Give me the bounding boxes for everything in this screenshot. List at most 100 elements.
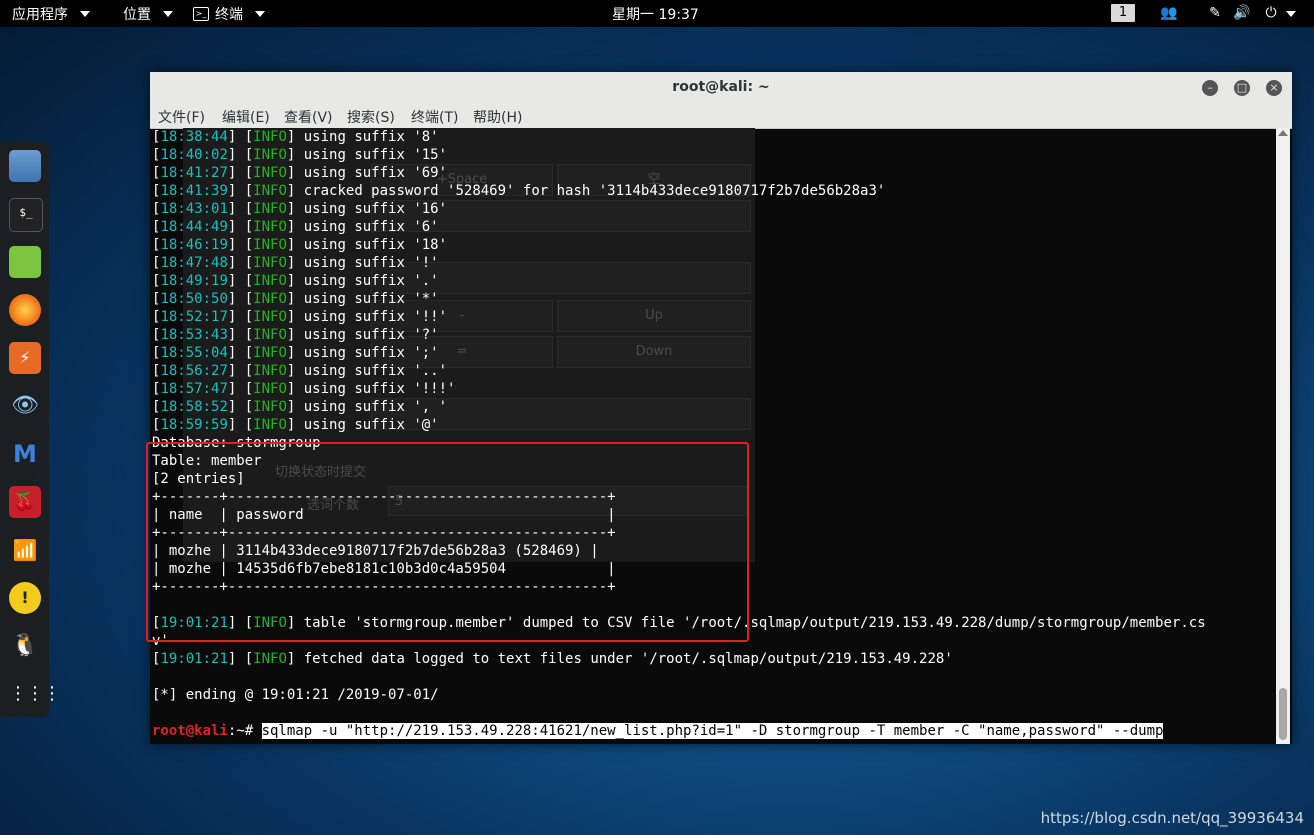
pen-tool-icon[interactable]: ✎: [1206, 4, 1224, 22]
terminal-output[interactable]: [18:38:44] [INFO] using suffix '8' [18:40…: [152, 128, 1276, 744]
log-level: INFO: [253, 165, 287, 181]
prompt-user-host: root@kali: [152, 723, 228, 739]
menu-edit[interactable]: 编辑(E): [222, 107, 270, 127]
log-line: [19:01:21] [INFO] fetched data logged to…: [152, 650, 953, 668]
power-icon[interactable]: ⏻: [1262, 4, 1280, 22]
log-line: [18:52:17] [INFO] using suffix '!!': [152, 308, 447, 326]
dock: $_ ⚡ 👁 M 🍒 📶 ! 🐧 ⋮⋮⋮: [0, 142, 61, 717]
log-line: [18:55:04] [INFO] using suffix ';': [152, 344, 439, 362]
log-message: ] using suffix '69': [286, 165, 448, 181]
menu-view[interactable]: 查看(V): [284, 107, 333, 127]
firefox-icon[interactable]: [9, 294, 41, 326]
menu-help[interactable]: 帮助(H): [473, 107, 522, 127]
applications-menu[interactable]: 应用程序: [12, 4, 90, 24]
log-timestamp: 18:44:49: [160, 219, 228, 235]
scroll-up-icon[interactable]: [1278, 130, 1288, 136]
notes-icon[interactable]: [9, 246, 41, 278]
prompt-path: :~#: [227, 723, 262, 739]
scrollbar[interactable]: [1276, 128, 1290, 744]
log-message: ] using suffix '..': [286, 363, 448, 379]
burpsuite-icon[interactable]: ⚡: [9, 342, 41, 374]
scrollbar-thumb[interactable]: [1279, 688, 1287, 740]
linux-tux-icon[interactable]: 🐧: [9, 630, 41, 662]
window-titlebar[interactable]: root@kali: ~ – □ ×: [150, 72, 1292, 104]
log-message: ] using suffix '!!!': [286, 381, 456, 397]
log-message: ] fetched data logged to text files unde…: [286, 651, 953, 667]
wifi-tool-icon[interactable]: 📶: [9, 534, 41, 566]
app-grid-icon[interactable]: ⋮⋮⋮: [9, 678, 61, 710]
log-level: INFO: [253, 417, 287, 433]
log-timestamp: 18:56:27: [160, 363, 228, 379]
log-message: ] using suffix '@': [286, 417, 439, 433]
log-level: INFO: [253, 327, 287, 343]
volume-icon[interactable]: 🔊: [1233, 4, 1251, 22]
log-message: ] using suffix '15': [286, 147, 448, 163]
bracket: ] [: [227, 309, 254, 325]
log-message: ] using suffix '!': [286, 255, 439, 271]
log-message: ] using suffix '18': [286, 237, 448, 253]
log-line: [18:44:49] [INFO] using suffix '6': [152, 218, 439, 236]
log-level: INFO: [253, 381, 287, 397]
log-message: ] using suffix '?': [286, 327, 439, 343]
log-timestamp: 18:49:19: [160, 273, 228, 289]
metasploit-icon[interactable]: M: [9, 438, 41, 470]
log-line: [18:49:19] [INFO] using suffix '.': [152, 272, 439, 290]
log-line: [18:46:19] [INFO] using suffix '18': [152, 236, 447, 254]
menu-terminal[interactable]: 终端(T): [411, 107, 458, 127]
terminal-window: root@kali: ~ – □ × 文件(F) 编辑(E) 查看(V) 搜索(…: [150, 72, 1292, 744]
files-icon[interactable]: [9, 150, 41, 182]
log-line: [18:38:44] [INFO] using suffix '8': [152, 128, 439, 146]
log-message: ] using suffix '6': [286, 219, 439, 235]
top-panel: 应用程序 位置 >_ 终端 星期一 19:37 1 👥 ✎ 🔊 ⏻: [0, 0, 1314, 27]
log-timestamp: 18:52:17: [160, 309, 228, 325]
places-label: 位置: [123, 7, 151, 23]
log-timestamp: 18:41:39: [160, 183, 228, 199]
log-timestamp: 18:43:01: [160, 201, 228, 217]
log-timestamp: 18:59:59: [160, 417, 228, 433]
log-level: INFO: [253, 309, 287, 325]
places-menu[interactable]: 位置: [123, 4, 173, 24]
prompt-line: root@kali:~# sqlmap -u "http://219.153.4…: [152, 722, 1164, 740]
log-timestamp: 18:53:43: [160, 327, 228, 343]
log-message: ] using suffix '16': [286, 201, 448, 217]
log-level: INFO: [253, 345, 287, 361]
terminal-icon: >_: [193, 7, 209, 21]
log-level: INFO: [253, 363, 287, 379]
cherrytree-icon[interactable]: 🍒: [9, 486, 41, 518]
bracket: ] [: [227, 255, 254, 271]
workspace-indicator[interactable]: 1: [1111, 4, 1135, 22]
menu-file[interactable]: 文件(F): [158, 107, 205, 127]
log-level: INFO: [253, 255, 287, 271]
terminal-app-menu[interactable]: >_ 终端: [193, 4, 265, 24]
chevron-down-icon: [163, 11, 173, 17]
menu-search[interactable]: 搜索(S): [347, 107, 395, 127]
log-level: INFO: [253, 147, 287, 163]
log-line: [18:59:59] [INFO] using suffix '@': [152, 416, 439, 434]
log-message: ] using suffix '8': [286, 129, 439, 145]
log-level: INFO: [253, 291, 287, 307]
terminal-icon[interactable]: $_: [9, 198, 43, 232]
log-line: [18:41:39] [INFO] cracked password '5284…: [152, 182, 885, 200]
close-icon[interactable]: ×: [1266, 80, 1282, 96]
log-timestamp: 18:38:44: [160, 129, 228, 145]
log-line: [18:53:43] [INFO] using suffix '?': [152, 326, 439, 344]
chevron-down-icon: [80, 11, 90, 17]
beef-icon[interactable]: !: [9, 582, 41, 614]
log-level: INFO: [253, 219, 287, 235]
log-message: ] using suffix ';': [286, 345, 439, 361]
log-level: INFO: [253, 129, 287, 145]
watermark: https://blog.csdn.net/qq_39936434: [1040, 809, 1304, 827]
log-message: ] using suffix '.': [286, 273, 439, 289]
ending-message: [*] ending @ 19:01:21 /2019-07-01/: [152, 687, 439, 703]
log-timestamp: 18:46:19: [160, 237, 228, 253]
bracket: ] [: [227, 345, 254, 361]
bracket: ] [: [227, 273, 254, 289]
maximize-icon[interactable]: □: [1234, 80, 1250, 96]
people-icon[interactable]: 👥: [1160, 4, 1178, 22]
minimize-icon[interactable]: –: [1202, 80, 1218, 96]
clock[interactable]: 星期一 19:37: [612, 4, 699, 24]
zenmap-icon[interactable]: 👁: [9, 390, 41, 422]
log-line: [18:40:02] [INFO] using suffix '15': [152, 146, 447, 164]
chevron-down-icon[interactable]: [1286, 11, 1296, 17]
terminal-menu-label: 终端: [215, 7, 243, 23]
